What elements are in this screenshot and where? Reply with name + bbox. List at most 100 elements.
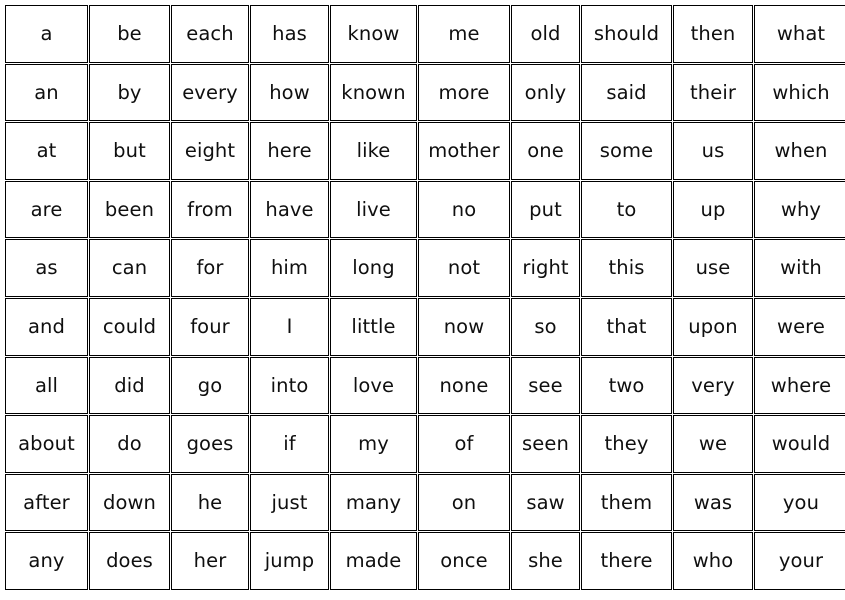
word-cell[interactable]: on: [418, 473, 510, 532]
word-cell[interactable]: from: [171, 180, 249, 239]
word-cell[interactable]: and: [5, 297, 88, 356]
word-cell[interactable]: has: [250, 5, 329, 63]
word-cell[interactable]: so: [511, 297, 580, 356]
word-cell[interactable]: how: [250, 63, 329, 122]
word-cell[interactable]: like: [330, 122, 417, 180]
word-cell[interactable]: upon: [673, 297, 753, 356]
word-cell[interactable]: that: [581, 297, 672, 356]
word-cell[interactable]: are: [5, 180, 88, 239]
word-cell[interactable]: many: [330, 473, 417, 532]
word-cell[interactable]: jump: [250, 532, 329, 590]
word-cell[interactable]: who: [673, 532, 753, 590]
word-cell[interactable]: one: [511, 122, 580, 180]
word-cell[interactable]: him: [250, 239, 329, 297]
word-cell[interactable]: into: [250, 356, 329, 415]
word-cell[interactable]: I: [250, 297, 329, 356]
word-cell[interactable]: their: [673, 63, 753, 122]
word-cell[interactable]: there: [581, 532, 672, 590]
word-cell[interactable]: long: [330, 239, 417, 297]
word-cell[interactable]: why: [754, 180, 845, 239]
word-cell[interactable]: more: [418, 63, 510, 122]
word-cell[interactable]: what: [754, 5, 845, 63]
word-cell[interactable]: seen: [511, 415, 580, 473]
word-cell[interactable]: of: [418, 415, 510, 473]
word-cell[interactable]: you: [754, 473, 845, 532]
word-cell[interactable]: down: [89, 473, 170, 532]
word-cell[interactable]: each: [171, 5, 249, 63]
word-cell[interactable]: goes: [171, 415, 249, 473]
word-cell[interactable]: two: [581, 356, 672, 415]
word-cell[interactable]: just: [250, 473, 329, 532]
word-cell[interactable]: right: [511, 239, 580, 297]
word-cell[interactable]: eight: [171, 122, 249, 180]
word-cell[interactable]: would: [754, 415, 845, 473]
word-cell[interactable]: a: [5, 5, 88, 63]
word-cell[interactable]: us: [673, 122, 753, 180]
word-cell[interactable]: this: [581, 239, 672, 297]
word-cell[interactable]: up: [673, 180, 753, 239]
word-cell[interactable]: once: [418, 532, 510, 590]
word-cell[interactable]: were: [754, 297, 845, 356]
word-cell[interactable]: put: [511, 180, 580, 239]
word-cell[interactable]: for: [171, 239, 249, 297]
word-cell[interactable]: known: [330, 63, 417, 122]
word-cell[interactable]: your: [754, 532, 845, 590]
word-cell[interactable]: can: [89, 239, 170, 297]
word-cell[interactable]: all: [5, 356, 88, 415]
word-cell[interactable]: none: [418, 356, 510, 415]
word-cell[interactable]: her: [171, 532, 249, 590]
word-cell[interactable]: love: [330, 356, 417, 415]
word-cell[interactable]: she: [511, 532, 580, 590]
word-cell[interactable]: was: [673, 473, 753, 532]
word-cell[interactable]: no: [418, 180, 510, 239]
word-cell[interactable]: said: [581, 63, 672, 122]
word-cell[interactable]: mother: [418, 122, 510, 180]
word-cell[interactable]: about: [5, 415, 88, 473]
word-cell[interactable]: every: [171, 63, 249, 122]
word-cell[interactable]: did: [89, 356, 170, 415]
word-cell[interactable]: then: [673, 5, 753, 63]
word-cell[interactable]: know: [330, 5, 417, 63]
word-cell[interactable]: with: [754, 239, 845, 297]
word-cell[interactable]: any: [5, 532, 88, 590]
word-cell[interactable]: old: [511, 5, 580, 63]
word-cell[interactable]: now: [418, 297, 510, 356]
word-cell[interactable]: saw: [511, 473, 580, 532]
word-cell[interactable]: some: [581, 122, 672, 180]
word-cell[interactable]: not: [418, 239, 510, 297]
word-cell[interactable]: when: [754, 122, 845, 180]
word-cell[interactable]: made: [330, 532, 417, 590]
word-cell[interactable]: does: [89, 532, 170, 590]
word-cell[interactable]: an: [5, 63, 88, 122]
word-cell[interactable]: which: [754, 63, 845, 122]
word-cell[interactable]: be: [89, 5, 170, 63]
word-cell[interactable]: by: [89, 63, 170, 122]
word-cell[interactable]: only: [511, 63, 580, 122]
word-cell[interactable]: if: [250, 415, 329, 473]
word-cell[interactable]: they: [581, 415, 672, 473]
word-cell[interactable]: but: [89, 122, 170, 180]
word-cell[interactable]: at: [5, 122, 88, 180]
word-cell[interactable]: use: [673, 239, 753, 297]
word-cell[interactable]: them: [581, 473, 672, 532]
word-cell[interactable]: been: [89, 180, 170, 239]
word-cell[interactable]: as: [5, 239, 88, 297]
word-cell[interactable]: we: [673, 415, 753, 473]
word-cell[interactable]: live: [330, 180, 417, 239]
word-cell[interactable]: me: [418, 5, 510, 63]
word-cell[interactable]: could: [89, 297, 170, 356]
word-cell[interactable]: where: [754, 356, 845, 415]
word-cell[interactable]: very: [673, 356, 753, 415]
word-cell[interactable]: after: [5, 473, 88, 532]
word-cell[interactable]: see: [511, 356, 580, 415]
word-cell[interactable]: to: [581, 180, 672, 239]
word-cell[interactable]: he: [171, 473, 249, 532]
word-cell[interactable]: do: [89, 415, 170, 473]
word-cell[interactable]: my: [330, 415, 417, 473]
word-cell[interactable]: here: [250, 122, 329, 180]
word-cell[interactable]: have: [250, 180, 329, 239]
word-cell[interactable]: little: [330, 297, 417, 356]
word-cell[interactable]: should: [581, 5, 672, 63]
word-cell[interactable]: four: [171, 297, 249, 356]
word-cell[interactable]: go: [171, 356, 249, 415]
